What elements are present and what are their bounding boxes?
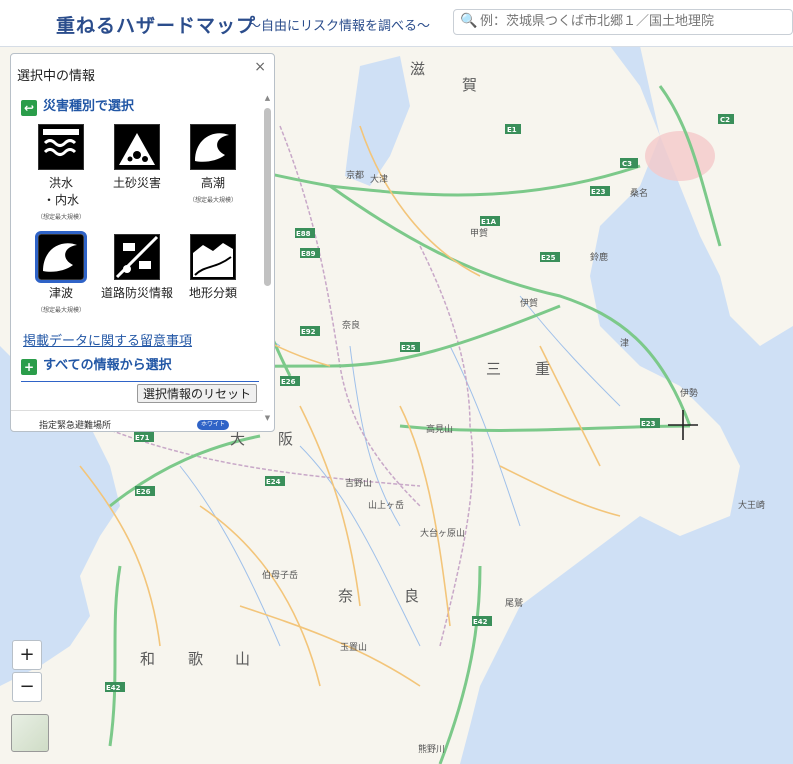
svg-text:E25: E25 — [401, 344, 416, 352]
scroll-thumb[interactable] — [264, 108, 271, 286]
section-disaster-type[interactable]: ↩ 災害種別で選択 — [21, 95, 134, 116]
svg-text:E23: E23 — [641, 420, 656, 428]
panel-title: 選択中の情報 — [17, 69, 96, 84]
plus-icon: + — [21, 359, 37, 375]
scroll-down-icon[interactable]: ▼ — [263, 414, 272, 422]
svg-text:E1A: E1A — [481, 218, 497, 226]
svg-text:津: 津 — [620, 338, 629, 349]
svg-text:大王崎: 大王崎 — [738, 499, 765, 511]
hazard-note: （想定最大規模） — [36, 214, 85, 221]
svg-text:E26: E26 — [136, 488, 151, 496]
svg-text:甲賀: 甲賀 — [470, 227, 488, 239]
search-icon: 🔍 — [460, 13, 478, 29]
hazard-note: （想定最大規模） — [36, 307, 85, 314]
svg-text:玉置山: 玉置山 — [340, 642, 367, 653]
zoom-in-button[interactable]: + — [12, 640, 42, 670]
hazard-label: 高潮 — [200, 176, 225, 190]
svg-text:尾鷲: 尾鷲 — [505, 597, 523, 609]
svg-text:京都: 京都 — [346, 169, 364, 181]
section-all-label: すべての情報から選択 — [43, 358, 172, 373]
hazard-note: （想定最大規模） — [188, 197, 237, 204]
svg-text:E25: E25 — [541, 254, 556, 262]
hazard-flood[interactable]: 洪水 ・内水 （想定最大規模） — [25, 124, 97, 221]
svg-text:E1: E1 — [507, 126, 517, 134]
svg-text:賀: 賀 — [462, 76, 477, 94]
svg-text:E42: E42 — [106, 684, 121, 692]
svg-text:歌: 歌 — [188, 650, 203, 668]
svg-text:熊野川: 熊野川 — [418, 743, 445, 755]
hazard-label: 津波 — [48, 286, 73, 300]
reset-button[interactable]: 選択情報のリセット — [137, 384, 257, 403]
hazard-label-2: ・内水 — [42, 193, 79, 207]
hazard-tsunami[interactable]: 津波 （想定最大規模） — [25, 231, 97, 314]
svg-text:E92: E92 — [301, 328, 316, 336]
panel-scrollbar[interactable]: ▲ ▼ — [263, 94, 272, 422]
svg-text:C3: C3 — [622, 160, 632, 168]
svg-text:C2: C2 — [720, 116, 730, 124]
hazard-storm-surge[interactable]: 高潮 （想定最大規模） — [177, 124, 249, 204]
app-title[interactable]: 重ねるハザードマップ — [56, 11, 256, 38]
svg-text:伊勢: 伊勢 — [680, 387, 698, 399]
svg-text:桑名: 桑名 — [630, 187, 648, 199]
scroll-up-icon[interactable]: ▲ — [263, 94, 272, 102]
hazard-label: 地形分類 — [188, 286, 237, 300]
svg-text:良: 良 — [404, 587, 419, 605]
svg-text:E88: E88 — [296, 230, 311, 238]
svg-text:伊賀: 伊賀 — [520, 297, 538, 309]
map-label-osaka: 大 — [230, 430, 245, 448]
svg-text:E42: E42 — [473, 618, 488, 626]
select-icon: ↩ — [21, 100, 37, 116]
hazard-terrain[interactable]: 地形分類 — [177, 234, 249, 302]
svg-text:E26: E26 — [281, 378, 296, 386]
landslide-icon — [114, 124, 160, 170]
flood-icon — [38, 124, 84, 170]
storm-surge-icon — [190, 124, 236, 170]
layer-label: 指定緊急避難場所 — [39, 421, 112, 431]
svg-text:大台ヶ原山: 大台ヶ原山 — [420, 527, 465, 539]
hazard-label: 土砂災害 — [112, 176, 161, 190]
hazard-road[interactable]: 道路防災情報 — [101, 234, 173, 302]
map-label-mie: 三 — [486, 360, 501, 378]
map-label-shiga: 滋 — [410, 60, 425, 78]
svg-text:吉野山: 吉野山 — [345, 478, 372, 489]
zoom-out-button[interactable]: − — [12, 672, 42, 702]
hazard-label: 道路防災情報 — [101, 286, 174, 300]
info-panel: 選択中の情報 × ↩ 災害種別で選択 洪水 ・内水 （想定最大規模） 土砂災害 高… — [10, 53, 275, 432]
svg-text:奈良: 奈良 — [342, 319, 360, 331]
map-label-wakayama: 和 — [140, 650, 155, 668]
section-all-info[interactable]: + すべての情報から選択 — [21, 354, 259, 382]
notice-link[interactable]: 掲載データに関する留意事項 — [23, 330, 192, 349]
basemap-switcher[interactable] — [11, 714, 49, 752]
svg-text:鈴鹿: 鈴鹿 — [590, 251, 608, 263]
header: 重ねるハザードマップ ～自由にリスク情報を調べる～ 🔍 — [0, 0, 793, 47]
svg-text:重: 重 — [535, 360, 550, 378]
road-disaster-icon — [114, 234, 160, 280]
svg-text:高見山: 高見山 — [426, 423, 453, 435]
terrain-classification-icon — [190, 234, 236, 280]
svg-text:伯母子岳: 伯母子岳 — [262, 569, 298, 581]
svg-text:E71: E71 — [135, 434, 150, 442]
layer-badge[interactable]: ホワイト — [197, 420, 229, 430]
section-disaster-label: 災害種別で選択 — [43, 99, 135, 114]
map-label-nara: 奈 — [338, 587, 353, 605]
app-subtitle: ～自由にリスク情報を調べる～ — [248, 19, 431, 34]
search-box[interactable]: 🔍 — [453, 9, 793, 35]
search-input[interactable] — [478, 13, 792, 30]
layer-item-evacuation[interactable]: 指定緊急避難場所 ホワイト — [11, 410, 263, 431]
svg-text:E89: E89 — [301, 250, 316, 258]
tsunami-icon — [35, 231, 87, 283]
hazard-label: 洪水 — [48, 176, 73, 190]
close-icon[interactable]: × — [254, 59, 266, 75]
svg-text:E24: E24 — [266, 478, 281, 486]
svg-text:阪: 阪 — [278, 430, 293, 448]
svg-text:山上ヶ岳: 山上ヶ岳 — [368, 499, 404, 511]
svg-text:山: 山 — [235, 650, 250, 668]
svg-text:E23: E23 — [591, 188, 606, 196]
svg-text:大津: 大津 — [370, 173, 388, 185]
hazard-landslide[interactable]: 土砂災害 — [101, 124, 173, 192]
